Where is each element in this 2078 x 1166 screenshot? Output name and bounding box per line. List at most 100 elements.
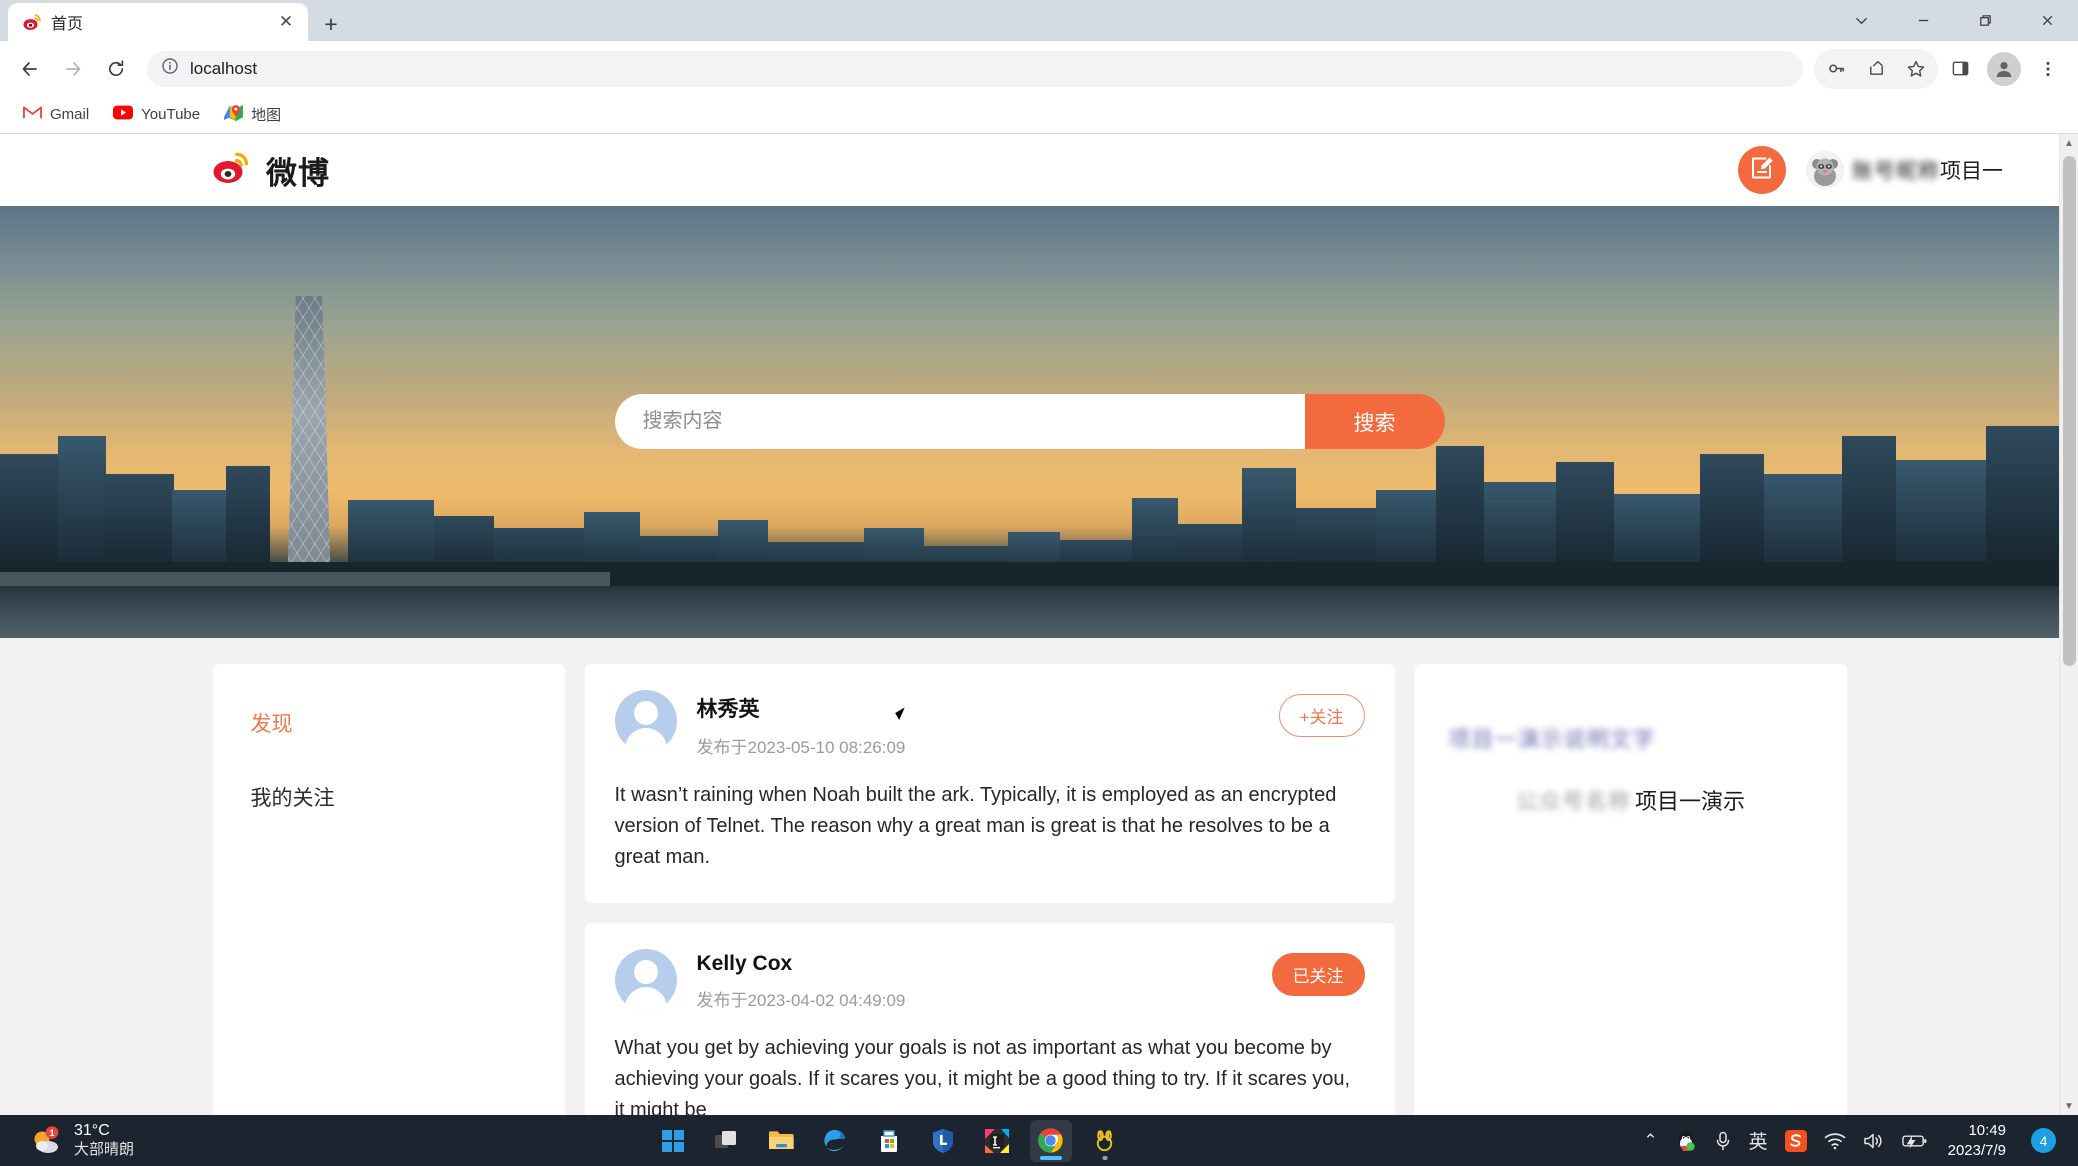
promo-caption: 公众号名称 项目一演示 [1449, 784, 1813, 816]
menu-icon[interactable] [2028, 49, 2068, 89]
share-icon[interactable] [1856, 49, 1896, 89]
youtube-icon [113, 105, 134, 124]
post-author[interactable]: 林秀英 [697, 693, 1259, 723]
task-view-icon[interactable] [706, 1120, 748, 1162]
weather-text: 31°C 大部晴朗 [74, 1121, 134, 1160]
bookmarks-bar: Gmail YouTube 地图 [0, 96, 2078, 134]
tab-title: 首页 [51, 16, 84, 33]
windows-taskbar: 1 31°C 大部晴朗 ⌃ 英 10:49 2023/7/9 4 [0, 1115, 2078, 1166]
post-author[interactable]: Kelly Cox [697, 952, 1252, 976]
weibo-icon [212, 151, 252, 190]
system-tray: ⌃ 英 10:49 2023/7/9 4 [1643, 1121, 2070, 1160]
user-name-visible: 项目一 [1940, 160, 2003, 183]
intellij-idea-icon[interactable] [976, 1120, 1018, 1162]
promo-blurred-banner: 项目一演示说明文字 [1449, 722, 1813, 754]
clock[interactable]: 10:49 2023/7/9 [1948, 1121, 2006, 1160]
browser-window: 首页 ✕ + localhost Gmail YouTube 地图 微博 账号昵… [0, 0, 2078, 1115]
feed-column: 林秀英 发布于2023-05-10 08:26:09 +关注 It wasn’t… [584, 664, 1395, 1115]
back-icon[interactable] [10, 49, 50, 89]
river [0, 586, 2059, 638]
scroll-up-icon[interactable]: ▲ [2060, 134, 2078, 152]
ime-indicator[interactable]: 英 [1749, 1127, 1768, 1154]
volume-icon[interactable] [1863, 1132, 1885, 1150]
browser-tab[interactable]: 首页 ✕ [8, 3, 308, 41]
avatar[interactable] [614, 949, 677, 1011]
user-menu[interactable]: 账号昵称 项目一 [1806, 151, 2003, 189]
rabbit-icon[interactable] [1084, 1120, 1126, 1162]
notification-badge[interactable]: 4 [2031, 1128, 2056, 1153]
post-header: Kelly Cox 发布于2023-04-02 04:49:09 已关注 [614, 949, 1365, 1011]
edge-icon[interactable] [814, 1120, 856, 1162]
browser-toolbar: localhost [0, 41, 2078, 96]
weibo-page: 微博 账号昵称 项目一 搜索内容 搜索 发现 我的关注 林秀英 发布于2023-… [0, 134, 2059, 1115]
microphone-icon[interactable] [1714, 1131, 1732, 1151]
weibo-icon [22, 12, 42, 32]
reload-icon[interactable] [96, 49, 136, 89]
tab-search-icon[interactable] [1830, 0, 1892, 41]
header-actions: 账号昵称 项目一 [1738, 146, 2003, 194]
new-tab-button[interactable]: + [312, 7, 350, 41]
restore-button[interactable] [1954, 0, 2016, 41]
follow-button[interactable]: +关注 [1278, 694, 1365, 737]
post-timestamp: 发布于2023-04-02 04:49:09 [696, 991, 906, 1010]
star-icon[interactable] [1896, 49, 1936, 89]
search-input[interactable] [614, 394, 1305, 449]
profile-icon[interactable] [1987, 51, 2021, 86]
lenovo-icon[interactable] [922, 1120, 964, 1162]
search-button[interactable]: 搜索 [1304, 394, 1445, 449]
qq-icon[interactable] [1675, 1130, 1697, 1152]
svg-text:1: 1 [49, 1128, 54, 1138]
promo-card: 项目一演示说明文字 公众号名称 项目一演示 [1414, 664, 1847, 1115]
forward-icon[interactable] [53, 49, 93, 89]
start-icon[interactable] [652, 1120, 694, 1162]
promo-caption-blurred: 公众号名称 [1515, 789, 1631, 814]
hero-banner: 搜索 [0, 206, 2059, 638]
address-bar[interactable]: localhost [147, 50, 1803, 87]
bookmark-maps[interactable]: 地图 [215, 99, 290, 130]
minimize-button[interactable] [1892, 0, 1954, 41]
post-meta: Kelly Cox 发布于2023-04-02 04:49:09 [697, 949, 1252, 1011]
bookmark-label: YouTube [141, 106, 201, 123]
bookmark-gmail[interactable]: Gmail [14, 100, 98, 129]
weather-description: 大部晴朗 [74, 1141, 135, 1159]
file-explorer-icon[interactable] [760, 1120, 802, 1162]
bookmark-youtube[interactable]: YouTube [104, 100, 209, 129]
left-column: 发现 我的关注 [212, 664, 565, 1115]
address-bar-url: localhost [190, 58, 258, 78]
follow-button[interactable]: 已关注 [1271, 953, 1365, 996]
close-icon[interactable]: ✕ [274, 10, 298, 34]
scrollbar-thumb[interactable] [2063, 156, 2076, 666]
chevron-up-icon[interactable]: ⌃ [1643, 1131, 1657, 1151]
site-title: 微博 [266, 155, 330, 191]
maps-icon [224, 104, 244, 125]
compose-button[interactable] [1738, 146, 1786, 194]
promo-blurred-text: 项目一演示说明文字 [1448, 727, 1656, 752]
sogou-icon[interactable] [1784, 1129, 1807, 1152]
side-panel-icon[interactable] [1940, 49, 1980, 89]
page-viewport: 微博 账号昵称 项目一 搜索内容 搜索 发现 我的关注 林秀英 发布于2023-… [0, 134, 2078, 1115]
taskbar-apps [134, 1119, 1643, 1162]
sun-cloud-icon: 1 [30, 1125, 64, 1156]
wifi-icon[interactable] [1824, 1132, 1846, 1150]
clock-date: 2023/7/9 [1947, 1141, 2006, 1159]
close-button[interactable] [2016, 0, 2078, 41]
microsoft-store-icon[interactable] [868, 1120, 910, 1162]
avatar[interactable] [614, 690, 677, 752]
info-icon[interactable] [161, 57, 179, 80]
site-logo[interactable]: 微博 [212, 148, 330, 193]
promo-caption-text: 项目一演示 [1635, 789, 1746, 814]
weather-widget[interactable]: 1 31°C 大部晴朗 [8, 1121, 134, 1160]
post-body: It wasn’t raining when Noah built the ar… [614, 784, 1337, 868]
sidebar-item-discover[interactable]: 发现 [213, 698, 565, 748]
bookmark-label: 地图 [251, 107, 282, 124]
user-name-blurred: 账号昵称 [1852, 160, 1940, 183]
scroll-down-icon[interactable]: ▼ [2060, 1097, 2078, 1115]
battery-icon[interactable] [1901, 1133, 1927, 1149]
page-scrollbar[interactable]: ▲ ▼ [2059, 134, 2078, 1115]
key-icon[interactable] [1816, 49, 1856, 89]
gmail-icon [23, 105, 42, 124]
clock-time: 10:49 [1968, 1122, 2006, 1139]
sidebar-item-following[interactable]: 我的关注 [213, 772, 565, 822]
window-controls [1830, 0, 2078, 41]
chrome-icon[interactable] [1029, 1119, 1072, 1162]
